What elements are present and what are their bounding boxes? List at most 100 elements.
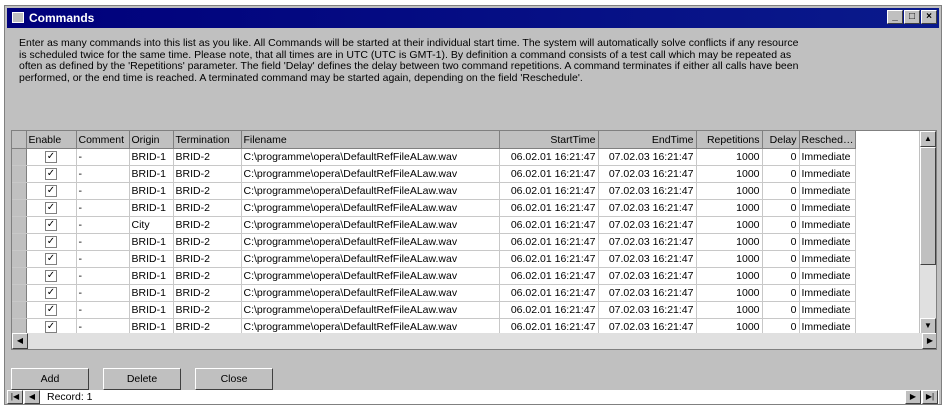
enable-checkbox[interactable]: ✓	[45, 219, 57, 232]
title-bar[interactable]: Commands _ □ ×	[7, 8, 939, 28]
col-endtime-header[interactable]: EndTime	[598, 131, 697, 149]
cell-comment[interactable]: -	[76, 250, 130, 268]
cell-repetitions[interactable]: 1000	[696, 233, 763, 251]
row-selector[interactable]	[12, 250, 27, 268]
cell-starttime[interactable]: 06.02.01 16:21:47	[499, 182, 599, 200]
col-origin-header[interactable]: Origin	[129, 131, 174, 149]
cell-endtime[interactable]: 07.02.03 16:21:47	[598, 250, 697, 268]
table-row[interactable]: ✓ - BRID-1 BRID-2 C:\programme\opera\Default…	[12, 267, 857, 285]
col-starttime-header[interactable]: StartTime	[499, 131, 599, 149]
cell-delay[interactable]: 0	[762, 284, 800, 302]
cell-filename[interactable]: C:\programme\opera\DefaultRefFileALaw.wa…	[241, 250, 500, 268]
cell-repetitions[interactable]: 1000	[696, 199, 763, 217]
cell-starttime[interactable]: 06.02.01 16:21:47	[499, 301, 599, 319]
cell-repetitions[interactable]: 1000	[696, 267, 763, 285]
cell-reschedule[interactable]: Immediate	[799, 284, 857, 302]
cell-origin[interactable]: BRID-1	[129, 148, 174, 166]
last-record-icon[interactable]: ▶|	[922, 390, 938, 404]
cell-reschedule[interactable]: Immediate	[799, 199, 857, 217]
cell-delay[interactable]: 0	[762, 199, 800, 217]
cell-starttime[interactable]: 06.02.01 16:21:47	[499, 250, 599, 268]
row-selector[interactable]	[12, 267, 27, 285]
cell-starttime[interactable]: 06.02.01 16:21:47	[499, 199, 599, 217]
enable-checkbox[interactable]: ✓	[45, 185, 57, 198]
table-row[interactable]: ✓ - City BRID-2 C:\programme\opera\DefaultRe…	[12, 216, 857, 234]
cell-delay[interactable]: 0	[762, 182, 800, 200]
cell-repetitions[interactable]: 1000	[696, 301, 763, 319]
cell-reschedule[interactable]: Immediate	[799, 233, 857, 251]
enable-checkbox[interactable]: ✓	[45, 321, 57, 334]
cell-termination[interactable]: BRID-2	[173, 267, 242, 285]
cell-filename[interactable]: C:\programme\opera\DefaultRefFileALaw.wa…	[241, 284, 500, 302]
first-record-icon[interactable]: |◀	[7, 390, 23, 404]
cell-reschedule[interactable]: Immediate	[799, 148, 857, 166]
row-selector[interactable]	[12, 301, 27, 319]
cell-origin[interactable]: BRID-1	[129, 165, 174, 183]
row-selector[interactable]	[12, 216, 27, 234]
cell-origin[interactable]: BRID-1	[129, 267, 174, 285]
cell-repetitions[interactable]: 1000	[696, 148, 763, 166]
cell-starttime[interactable]: 06.02.01 16:21:47	[499, 284, 599, 302]
close-button[interactable]: Close	[195, 368, 273, 390]
vertical-scroll-thumb[interactable]	[920, 147, 936, 265]
table-row[interactable]: ✓ - BRID-1 BRID-2 C:\programme\opera\Default…	[12, 182, 857, 200]
enable-checkbox[interactable]: ✓	[45, 168, 57, 181]
table-row[interactable]: ✓ - BRID-1 BRID-2 C:\programme\opera\Default…	[12, 250, 857, 268]
cell-termination[interactable]: BRID-2	[173, 250, 242, 268]
cell-endtime[interactable]: 07.02.03 16:21:47	[598, 284, 697, 302]
row-selector[interactable]	[12, 182, 27, 200]
cell-origin[interactable]: BRID-1	[129, 233, 174, 251]
cell-comment[interactable]: -	[76, 233, 130, 251]
close-window-button[interactable]: ×	[921, 10, 937, 24]
cell-repetitions[interactable]: 1000	[696, 165, 763, 183]
table-row[interactable]: ✓ - BRID-1 BRID-2 C:\programme\opera\Default…	[12, 199, 857, 217]
cell-reschedule[interactable]: Immediate	[799, 216, 857, 234]
cell-filename[interactable]: C:\programme\opera\DefaultRefFileALaw.wa…	[241, 301, 500, 319]
cell-repetitions[interactable]: 1000	[696, 284, 763, 302]
cell-delay[interactable]: 0	[762, 148, 800, 166]
col-delay-header[interactable]: Delay	[762, 131, 800, 149]
row-selector[interactable]	[12, 165, 27, 183]
cell-starttime[interactable]: 06.02.01 16:21:47	[499, 267, 599, 285]
cell-endtime[interactable]: 07.02.03 16:21:47	[598, 301, 697, 319]
cell-reschedule[interactable]: Immediate	[799, 250, 857, 268]
minimize-button[interactable]: _	[887, 10, 903, 24]
enable-checkbox[interactable]: ✓	[45, 151, 57, 164]
cell-delay[interactable]: 0	[762, 233, 800, 251]
cell-filename[interactable]: C:\programme\opera\DefaultRefFileALaw.wa…	[241, 216, 500, 234]
table-row[interactable]: ✓ - BRID-1 BRID-2 C:\programme\opera\Default…	[12, 301, 857, 319]
next-record-icon[interactable]: ▶	[905, 390, 921, 404]
cell-comment[interactable]: -	[76, 216, 130, 234]
cell-filename[interactable]: C:\programme\opera\DefaultRefFileALaw.wa…	[241, 267, 500, 285]
enable-checkbox[interactable]: ✓	[45, 202, 57, 215]
horizontal-scrollbar[interactable]: ◀ ▶	[12, 333, 936, 349]
cell-repetitions[interactable]: 1000	[696, 250, 763, 268]
table-row[interactable]: ✓ - BRID-1 BRID-2 C:\programme\opera\Default…	[12, 165, 857, 183]
cell-termination[interactable]: BRID-2	[173, 165, 242, 183]
scroll-up-arrow-icon[interactable]: ▲	[920, 131, 936, 147]
cell-origin[interactable]: City	[129, 216, 174, 234]
cell-comment[interactable]: -	[76, 284, 130, 302]
cell-starttime[interactable]: 06.02.01 16:21:47	[499, 148, 599, 166]
row-selector[interactable]	[12, 284, 27, 302]
cell-starttime[interactable]: 06.02.01 16:21:47	[499, 216, 599, 234]
vertical-scrollbar[interactable]: ▲ ▼	[919, 131, 936, 334]
cell-termination[interactable]: BRID-2	[173, 182, 242, 200]
cell-endtime[interactable]: 07.02.03 16:21:47	[598, 165, 697, 183]
enable-checkbox[interactable]: ✓	[45, 236, 57, 249]
cell-reschedule[interactable]: Immediate	[799, 165, 857, 183]
cell-repetitions[interactable]: 1000	[696, 216, 763, 234]
cell-reschedule[interactable]: Immediate	[799, 267, 857, 285]
row-selector[interactable]	[12, 199, 27, 217]
cell-endtime[interactable]: 07.02.03 16:21:47	[598, 216, 697, 234]
scroll-left-arrow-icon[interactable]: ◀	[12, 333, 28, 349]
cell-origin[interactable]: BRID-1	[129, 284, 174, 302]
table-row[interactable]: ✓ - BRID-1 BRID-2 C:\programme\opera\Default…	[12, 233, 857, 251]
scroll-right-arrow-icon[interactable]: ▶	[922, 333, 936, 349]
cell-delay[interactable]: 0	[762, 216, 800, 234]
cell-comment[interactable]: -	[76, 165, 130, 183]
cell-filename[interactable]: C:\programme\opera\DefaultRefFileALaw.wa…	[241, 233, 500, 251]
cell-delay[interactable]: 0	[762, 301, 800, 319]
cell-origin[interactable]: BRID-1	[129, 199, 174, 217]
cell-termination[interactable]: BRID-2	[173, 301, 242, 319]
